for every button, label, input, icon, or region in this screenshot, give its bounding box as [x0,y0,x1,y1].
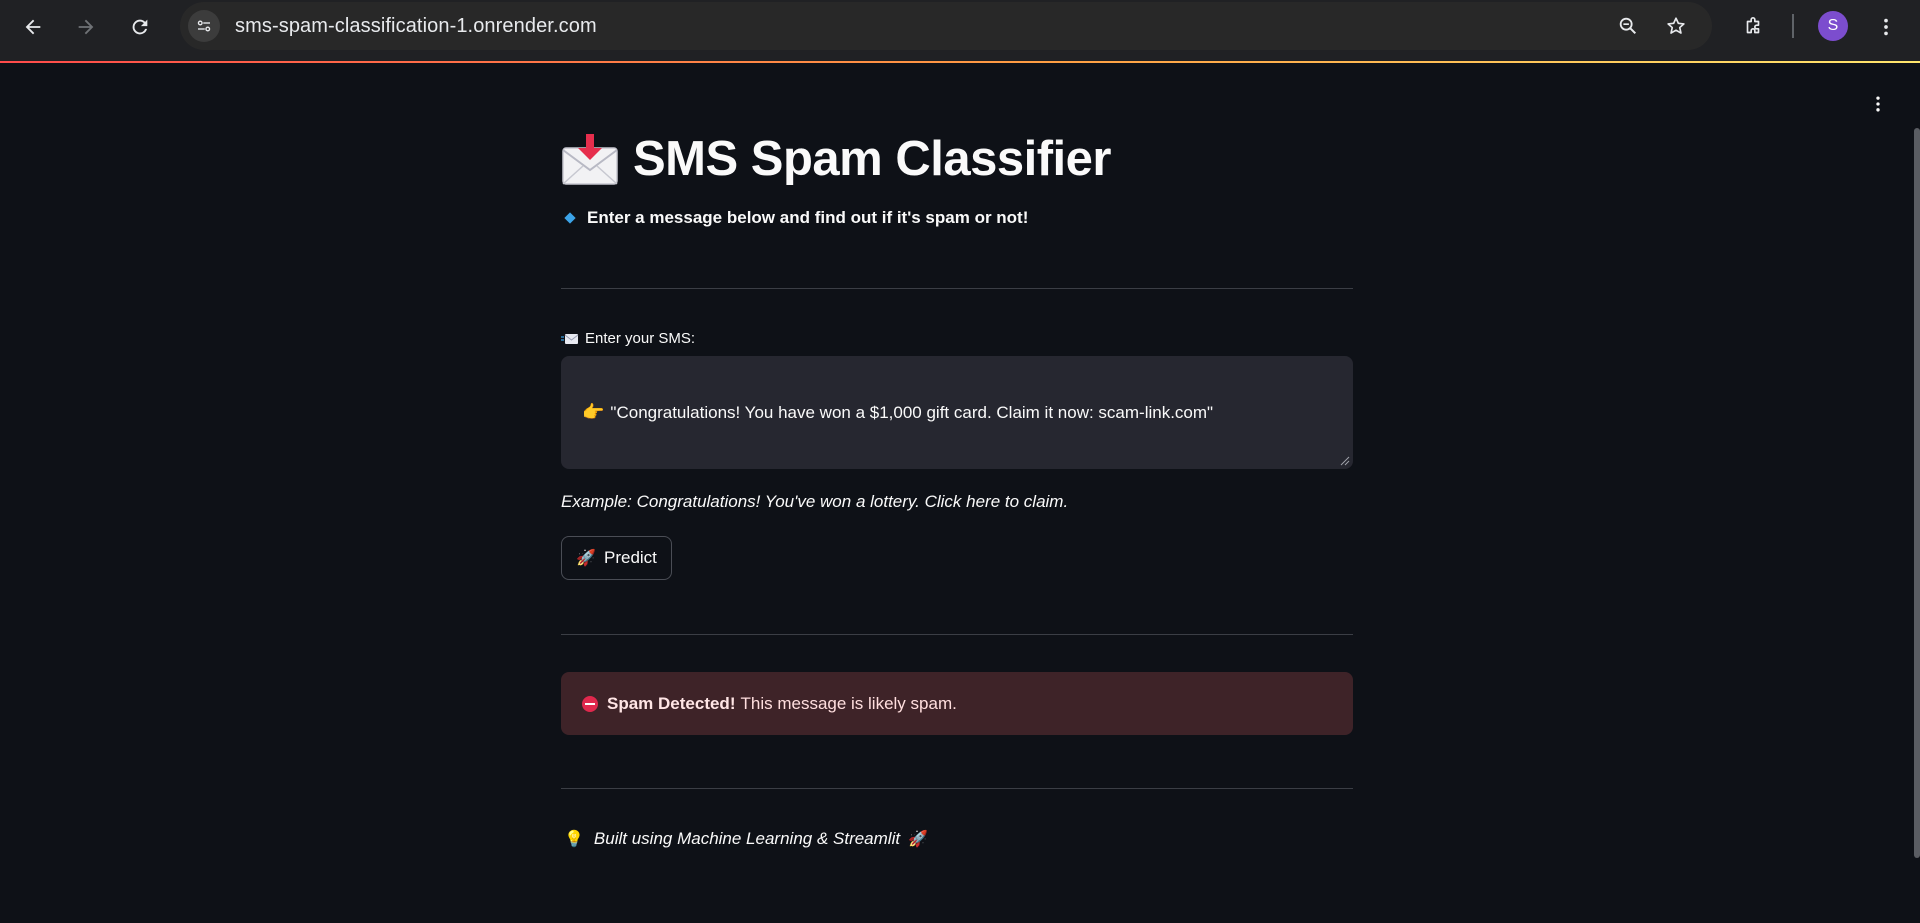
profile-avatar[interactable]: S [1818,11,1848,41]
browser-toolbar: sms-spam-classification-1.onrender.com S [0,0,1920,62]
divider [561,634,1353,635]
loading-accent-line [0,61,1920,63]
footer-text: Built using Machine Learning & Streamlit [593,829,901,848]
divider [561,288,1353,289]
zoom-icon[interactable] [1614,12,1642,40]
resize-handle-icon[interactable] [1340,456,1350,466]
inbox-tray-icon [562,134,618,185]
more-vert-icon[interactable] [1868,9,1904,45]
footer: 💡 Built using Machine Learning & Streaml… [564,829,928,849]
bookmark-star-icon[interactable] [1662,12,1690,40]
toolbar-divider [1792,14,1794,38]
rocket-icon: 🚀 [908,831,929,848]
sms-textarea[interactable]: 👉 "Congratulations! You have won a $1,00… [561,356,1353,469]
reload-icon[interactable] [122,9,158,45]
spam-result-alert: Spam Detected! This message is likely sp… [561,672,1353,735]
sms-input-label: Enter your SMS: [561,330,695,347]
blue-diamond-icon [564,212,576,224]
no-entry-icon [582,695,598,712]
predict-button-label: Predict [604,548,657,567]
result-message: This message is likely spam. [740,693,957,713]
pointing-hand-icon: 👉 [582,402,605,422]
site-info-icon[interactable] [188,10,220,42]
address-bar[interactable]: sms-spam-classification-1.onrender.com [180,2,1712,50]
url-text[interactable]: sms-spam-classification-1.onrender.com [235,15,597,38]
forward-arrow-icon[interactable] [68,9,104,45]
example-caption: Example: Congratulations! You've won a l… [561,492,1069,511]
light-bulb-icon: 💡 [564,831,584,848]
incoming-envelope-icon [561,333,579,344]
page-scrollbar[interactable] [1914,128,1920,858]
page-title-row: SMS Spam Classifier [561,129,1111,189]
sms-input-label-text: Enter your SMS: [585,330,696,347]
result-heading: Spam Detected! [607,693,736,713]
back-arrow-icon[interactable] [15,9,51,45]
subtitle-row: Enter a message below and find out if it… [564,208,1029,228]
sms-textarea-value[interactable]: "Congratulations! You have won a $1,000 … [610,403,1213,423]
app-menu-icon[interactable] [1864,90,1892,118]
subtitle-text: Enter a message below and find out if it… [587,208,1029,227]
divider [561,788,1353,789]
page-title: SMS Spam Classifier [633,132,1111,186]
predict-button[interactable]: 🚀 Predict [561,536,672,580]
rocket-icon: 🚀 [576,550,596,567]
extensions-icon[interactable] [1735,9,1771,45]
